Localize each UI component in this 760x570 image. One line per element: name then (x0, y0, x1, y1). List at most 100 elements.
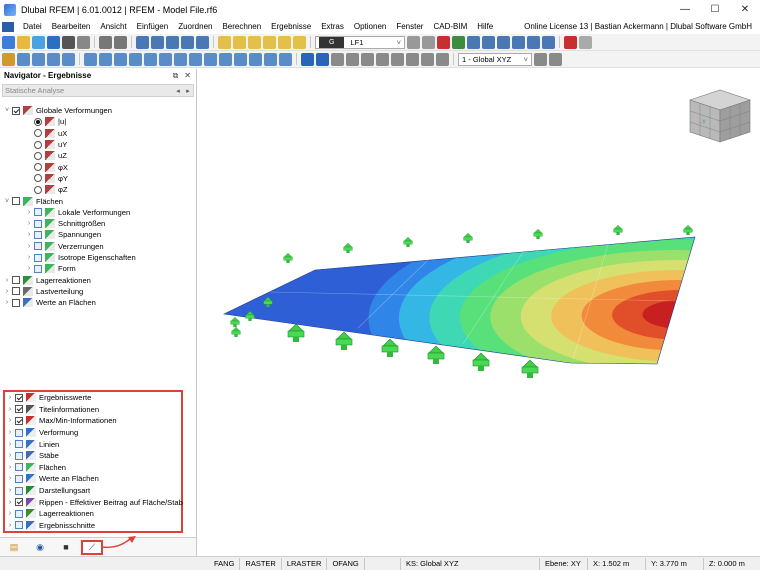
zoom-window-icon[interactable] (316, 52, 329, 66)
view-table-icon[interactable] (151, 35, 164, 49)
view-model-icon[interactable] (136, 35, 149, 49)
view-top-icon[interactable] (361, 52, 374, 66)
maximize-button[interactable]: ☐ (700, 0, 730, 19)
tree-item[interactable]: › Lokale Verformungen (0, 207, 197, 218)
radio-button[interactable] (34, 140, 42, 149)
tree-item[interactable]: › Werte an Flächen (0, 297, 197, 308)
opening-icon[interactable] (84, 52, 97, 66)
tree-item[interactable]: |u| (0, 116, 197, 127)
copy-icon[interactable] (249, 52, 262, 66)
checkbox[interactable] (15, 474, 23, 483)
chevron-right-icon[interactable]: › (25, 220, 33, 227)
app-menu-icon[interactable] (2, 21, 14, 32)
checkbox[interactable] (12, 106, 20, 115)
measure-icon[interactable] (218, 35, 231, 49)
radio-button[interactable] (34, 117, 42, 126)
support-tool-icon[interactable] (99, 52, 112, 66)
object-snap-toggle[interactable]: OFANG (327, 557, 365, 570)
checkbox[interactable] (15, 393, 23, 402)
radio-button[interactable] (34, 129, 42, 138)
checkbox[interactable] (15, 405, 23, 414)
dimension-icon[interactable] (233, 35, 246, 49)
chevron-right-icon[interactable]: › (6, 499, 14, 506)
model-viewport[interactable]: -Y (198, 69, 760, 556)
checkbox[interactable] (34, 253, 42, 262)
menu-ansicht[interactable]: Ansicht (95, 22, 131, 31)
checkbox[interactable] (12, 298, 20, 307)
menu-cad-bim[interactable]: CAD-BIM (428, 22, 472, 31)
checkbox[interactable] (15, 486, 23, 495)
display-option-item[interactable]: › Darstellungsart (5, 485, 181, 497)
chevron-right-icon[interactable]: › (6, 429, 14, 436)
next-loadcase-icon[interactable] (422, 35, 435, 49)
radio-button[interactable] (34, 174, 42, 183)
chevron-right-icon[interactable]: › (6, 417, 14, 424)
checkbox[interactable] (15, 509, 23, 518)
snap-icon[interactable] (174, 52, 187, 66)
tree-item[interactable]: φY (0, 173, 197, 184)
supports-icon[interactable] (452, 35, 465, 49)
chevron-right-icon[interactable]: › (6, 464, 14, 471)
grid-icon[interactable] (144, 52, 157, 66)
animation-icon[interactable] (497, 35, 510, 49)
menu-ergebnisse[interactable]: Ergebnisse (266, 22, 316, 31)
chevron-right-icon[interactable]: › (25, 254, 33, 261)
rotate-icon[interactable] (219, 52, 232, 66)
tree-item[interactable]: ˅ Flächen (0, 195, 197, 206)
chevron-right-icon[interactable]: › (6, 487, 14, 494)
menu-fenster[interactable]: Fenster (391, 22, 428, 31)
chevron-right-icon[interactable]: › (6, 475, 14, 482)
tree-item[interactable]: uX (0, 128, 197, 139)
menu-optionen[interactable]: Optionen (349, 22, 391, 31)
display-option-item[interactable]: › Ergebnisswerte (5, 392, 181, 404)
chevron-right-icon[interactable]: › (25, 231, 33, 238)
checkbox[interactable] (15, 440, 23, 449)
render-icon[interactable] (406, 52, 419, 66)
move-icon[interactable] (204, 52, 217, 66)
save-icon[interactable] (47, 35, 60, 49)
pan-icon[interactable] (301, 52, 314, 66)
checkbox[interactable] (12, 287, 20, 296)
float-panel-icon[interactable]: ⧉ (173, 71, 179, 81)
open-file-icon[interactable] (17, 35, 30, 49)
display-option-item[interactable]: › Stäbe (5, 450, 181, 462)
grid-toggle[interactable]: RASTER (240, 557, 282, 570)
checkbox[interactable] (34, 264, 42, 273)
delete-icon[interactable] (564, 35, 577, 49)
tree-item[interactable]: › Verzerrungen (0, 241, 197, 252)
view-combo[interactable]: 1 - Global XYZ ˅ (458, 52, 532, 66)
chevron-down-icon[interactable]: ˅ (3, 107, 11, 114)
divide-icon[interactable] (264, 52, 277, 66)
view-side-icon[interactable] (391, 52, 404, 66)
checkbox[interactable] (12, 197, 20, 206)
line-grid-toggle[interactable]: LRASTER (282, 557, 328, 570)
display-option-item[interactable]: › Lagerreaktionen (5, 508, 181, 520)
mirror-icon[interactable] (234, 52, 247, 66)
connect-icon[interactable] (279, 52, 292, 66)
tree-item[interactable]: › Schnittgrößen (0, 218, 197, 229)
more-tools-icon[interactable] (579, 35, 592, 49)
menu-hilfe[interactable]: Hilfe (472, 22, 498, 31)
chevron-right-icon[interactable]: › (6, 522, 14, 529)
checkbox[interactable] (34, 242, 42, 251)
perspective-icon[interactable] (436, 52, 449, 66)
navigation-cube[interactable]: -Y (689, 89, 751, 143)
tree-item[interactable]: › Form (0, 263, 197, 274)
chevron-right-icon[interactable]: › (6, 406, 14, 413)
display-option-item[interactable]: › Rippen - Effektiver Beitrag auf Fläche/… (5, 496, 183, 508)
previous-arrow-icon[interactable]: ◂ (173, 85, 183, 96)
menu-zuordnen[interactable]: Zuordnen (173, 22, 217, 31)
node-icon[interactable] (2, 52, 15, 66)
line-icon[interactable] (17, 52, 30, 66)
sections-icon[interactable] (467, 35, 480, 49)
coordinate-system-icon[interactable] (534, 52, 547, 66)
tab-display-icon[interactable]: ◉ (29, 540, 51, 555)
checkbox[interactable] (15, 428, 23, 437)
checkbox[interactable] (34, 219, 42, 228)
menu-extras[interactable]: Extras (316, 22, 349, 31)
redo-icon[interactable] (114, 35, 127, 49)
results-icon[interactable] (278, 35, 291, 49)
chevron-right-icon[interactable]: › (6, 452, 14, 459)
chevron-right-icon[interactable]: › (25, 265, 33, 272)
display-option-item[interactable]: › Ergebnisschnitte (5, 520, 181, 532)
